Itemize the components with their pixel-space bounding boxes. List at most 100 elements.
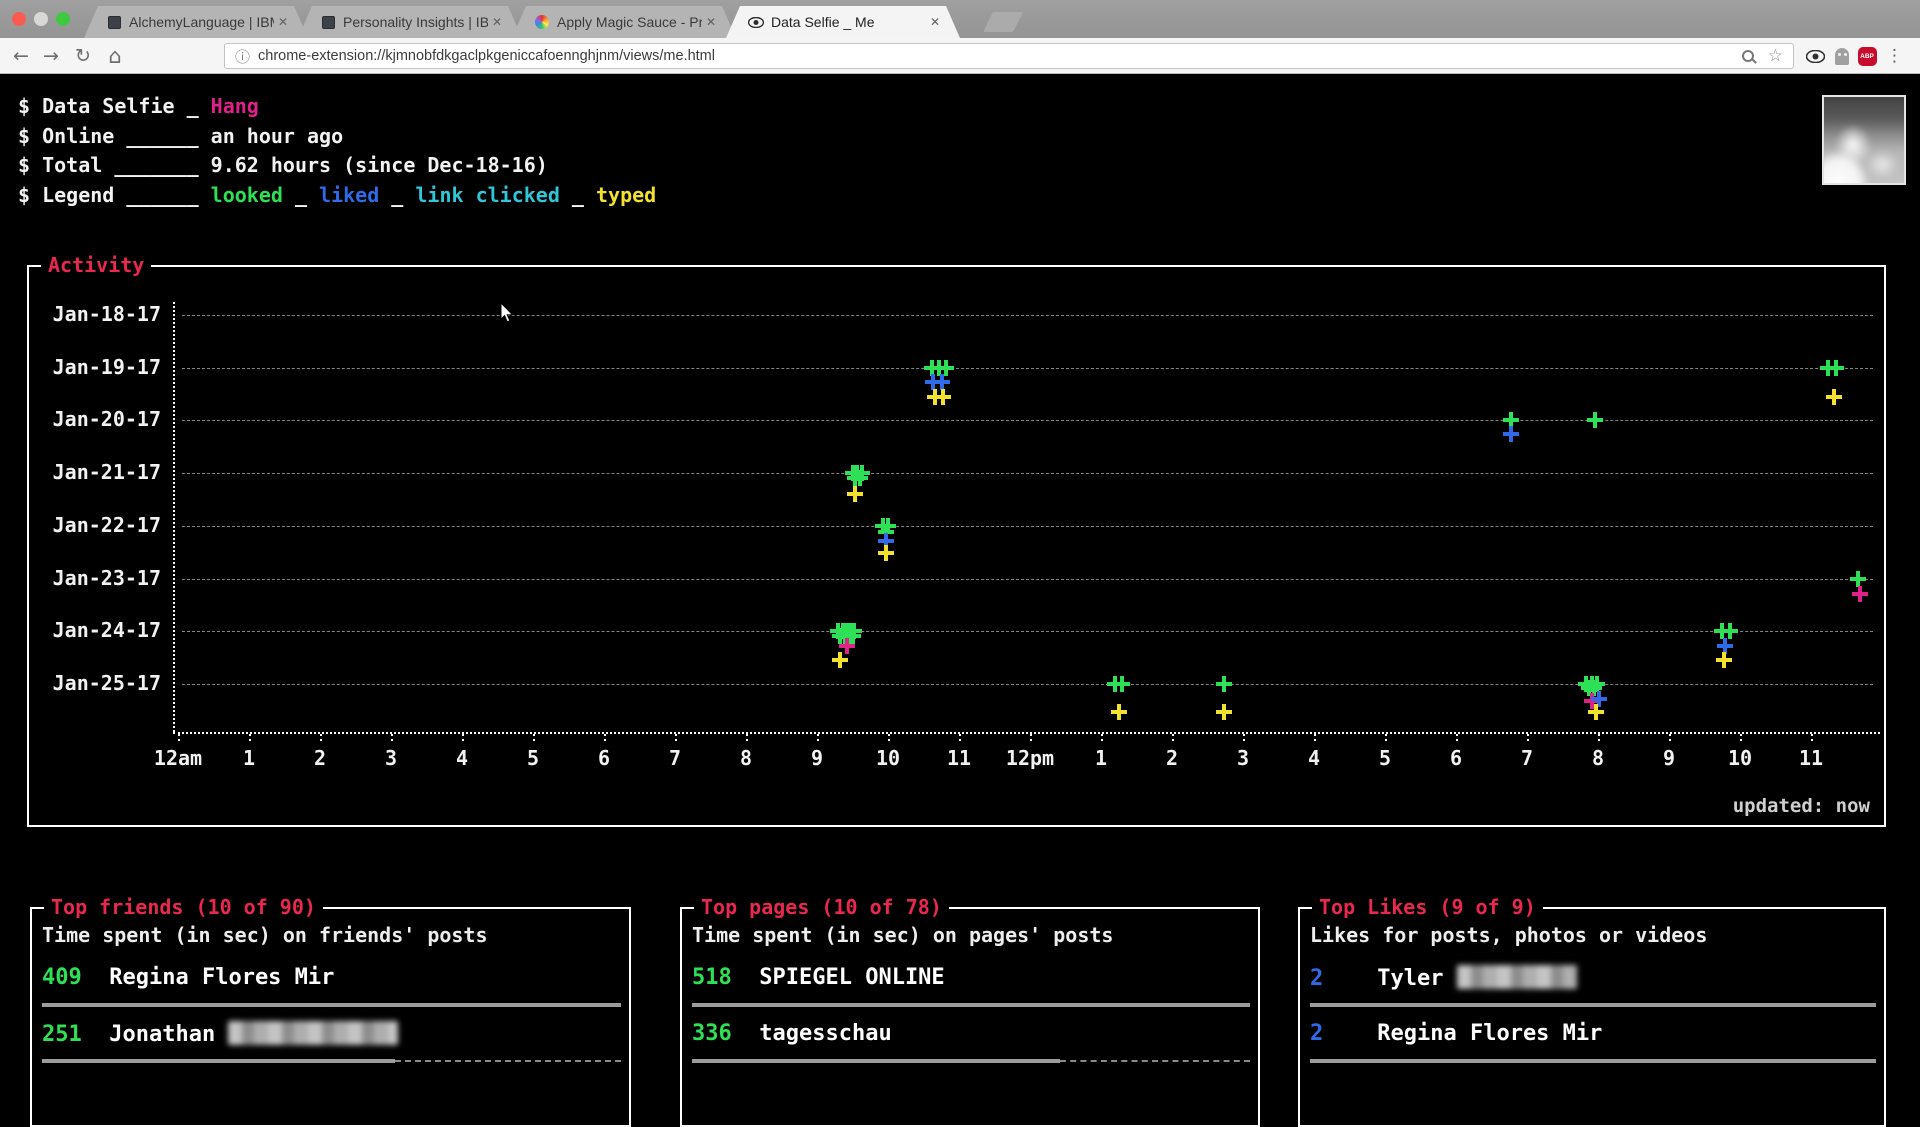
- item-value: 2: [1310, 1021, 1364, 1046]
- item-bar: [42, 1003, 621, 1007]
- x-axis-label: 8: [740, 746, 752, 770]
- list-item[interactable]: 2 Regina Flores Mir: [1310, 1021, 1602, 1046]
- tab-title: Personality Insights | IBM Wats: [343, 14, 488, 30]
- x-axis-tick: [1385, 734, 1387, 741]
- chart-marker-looked: [1722, 623, 1738, 639]
- zoom-icon[interactable]: [1742, 50, 1754, 62]
- x-axis-label: 9: [811, 746, 823, 770]
- list-item[interactable]: 336 tagesschau: [692, 1021, 892, 1046]
- ibm-icon: [106, 14, 122, 30]
- x-axis-tick: [1172, 734, 1174, 741]
- chart-marker-liked: [1503, 426, 1519, 442]
- x-axis-label: 1: [1095, 746, 1107, 770]
- gridline: [182, 579, 1873, 580]
- tab-close-icon[interactable]: ✕: [706, 15, 716, 29]
- tab-close-icon[interactable]: ✕: [492, 15, 502, 29]
- tab-title: Apply Magic Sauce - Predictio: [557, 14, 702, 30]
- redacted-name: [1457, 965, 1577, 989]
- item-bar: [692, 1003, 1250, 1007]
- panel-top-friends-10-of-90: Top friends (10 of 90)Time spent (in sec…: [30, 907, 631, 1127]
- close-window-button[interactable]: [12, 12, 26, 26]
- chart-marker-typed: [847, 486, 863, 502]
- tab-title: AlchemyLanguage | IBM Wats: [129, 14, 274, 30]
- terminal-prompt: $ Legend ______: [18, 183, 211, 207]
- terminal-value: Hang: [211, 94, 259, 118]
- adblock-extension-icon[interactable]: ABP: [1857, 46, 1877, 66]
- chart-marker-other: [1852, 586, 1868, 602]
- tab-personality-insights-ibm-wats[interactable]: Personality Insights | IBM Wats ✕: [298, 6, 522, 38]
- terminal-line: $ Data Selfie _ Hang: [18, 92, 656, 122]
- y-axis-label: Jan-18-17: [31, 302, 161, 326]
- chart-marker-looked: [852, 470, 868, 486]
- x-axis-tick: [746, 734, 748, 741]
- item-bar: [692, 1059, 1060, 1063]
- x-axis-label: 4: [1308, 746, 1320, 770]
- panel-subtitle: Time spent (in sec) on pages' posts: [692, 923, 1113, 947]
- data-selfie-page: $ Data Selfie _ Hang$ Online ______ an h…: [0, 74, 1920, 1080]
- browser-menu-icon[interactable]: ⋮: [1886, 46, 1903, 66]
- pinwheel-icon: [534, 14, 550, 30]
- abp-icon: ABP: [1858, 47, 1877, 66]
- data-selfie-extension-icon[interactable]: [1805, 46, 1825, 66]
- item-value: 336: [692, 1021, 746, 1046]
- tab-alchemylanguage-ibm-wats[interactable]: AlchemyLanguage | IBM Wats ✕: [84, 6, 308, 38]
- y-axis-line: [173, 302, 175, 732]
- item-value: 409: [42, 965, 96, 990]
- x-axis-tick: [959, 734, 961, 741]
- terminal-line: $ Online ______ an hour ago: [18, 122, 656, 152]
- chart-marker-typed: [878, 545, 894, 561]
- x-axis-label: 5: [1379, 746, 1391, 770]
- new-tab-button[interactable]: [983, 12, 1023, 32]
- item-bar-track: [1060, 1060, 1250, 1062]
- panel-title: Top friends (10 of 90): [44, 895, 323, 919]
- legend-separator: _: [283, 183, 319, 207]
- x-axis-tick: [1243, 734, 1245, 741]
- gridline: [182, 473, 1873, 474]
- item-value: 518: [692, 965, 746, 990]
- browser-toolbar: ← → ↻ ⌂ ⓘ chrome-extension://kjmnobfdkga…: [0, 38, 1920, 74]
- tab-close-icon[interactable]: ✕: [278, 15, 288, 29]
- list-item[interactable]: 409 Regina Flores Mir: [42, 965, 334, 990]
- terminal-value: an hour ago: [211, 124, 343, 148]
- activity-chart: Activity updated: now Jan-18-17Jan-19-17…: [27, 265, 1886, 827]
- address-bar[interactable]: ⓘ chrome-extension://kjmnobfdkgaclpkgeni…: [224, 43, 1794, 69]
- ghost-extension-icon[interactable]: [1832, 46, 1852, 66]
- home-button[interactable]: ⌂: [102, 38, 128, 74]
- tab-close-icon[interactable]: ✕: [930, 15, 940, 29]
- x-axis-tick: [1456, 734, 1458, 741]
- url-text[interactable]: chrome-extension://kjmnobfdkgaclpkgenicc…: [258, 48, 1742, 64]
- chart-marker-typed: [832, 652, 848, 668]
- back-button[interactable]: ←: [8, 38, 34, 74]
- chart-marker-typed: [1111, 704, 1127, 720]
- item-value: 2: [1310, 966, 1364, 991]
- tab-data-selfie-me[interactable]: Data Selfie _ Me✕: [726, 6, 960, 38]
- item-name: Regina Flores Mir: [96, 965, 334, 990]
- legend-item-typed: typed: [596, 183, 656, 207]
- x-axis-tick: [320, 734, 322, 741]
- list-item[interactable]: 2 Tyler: [1310, 965, 1577, 991]
- gridline: [182, 684, 1873, 685]
- panel-title: Top Likes (9 of 9): [1312, 895, 1543, 919]
- reload-button[interactable]: ↻: [70, 38, 96, 74]
- chart-marker-looked: [1114, 676, 1130, 692]
- x-axis-line: [173, 732, 1880, 734]
- list-item[interactable]: 251 Jonathan: [42, 1021, 398, 1047]
- redacted-name: [228, 1021, 398, 1045]
- tab-apply-magic-sauce-predictio[interactable]: Apply Magic Sauce - Predictio ✕: [512, 6, 736, 38]
- legend-item-liked: liked: [319, 183, 379, 207]
- list-item[interactable]: 518 SPIEGEL ONLINE: [692, 965, 945, 990]
- forward-button[interactable]: →: [38, 38, 64, 74]
- page-info-icon[interactable]: ⓘ: [235, 46, 250, 67]
- minimize-window-button[interactable]: [34, 12, 48, 26]
- bookmark-star-icon[interactable]: ☆: [1768, 46, 1783, 66]
- x-axis-label: 3: [385, 746, 397, 770]
- gridline: [182, 420, 1873, 421]
- maximize-window-button[interactable]: [56, 12, 70, 26]
- x-axis-tick: [675, 734, 677, 741]
- panel-top-pages-10-of-78: Top pages (10 of 78)Time spent (in sec) …: [680, 907, 1260, 1127]
- chart-marker-looked: [1587, 412, 1603, 428]
- eye-icon: [748, 14, 764, 30]
- x-axis-tick: [1101, 734, 1103, 741]
- gridline: [182, 315, 1873, 316]
- ibm-favicon-glyph: [322, 16, 335, 29]
